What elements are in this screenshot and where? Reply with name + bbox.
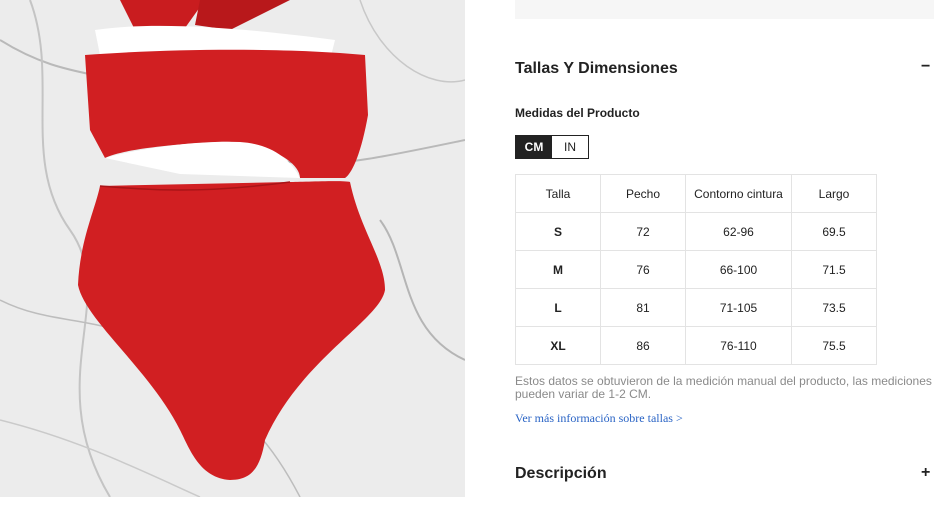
table-header-row: Talla Pecho Contorno cintura Largo [515,174,877,213]
chest-cell: 72 [600,212,686,251]
description-section-title[interactable]: Descripción [515,465,607,483]
size-cell: XL [515,326,601,365]
table-row: XL 86 76-110 75.5 [515,326,877,365]
size-table: Talla Pecho Contorno cintura Largo S 72 … [515,174,877,365]
length-cell: 75.5 [791,326,877,365]
length-cell: 73.5 [791,288,877,327]
collapse-icon[interactable]: − [921,58,930,76]
chest-cell: 81 [600,288,686,327]
header-chest: Pecho [600,174,686,213]
length-cell: 71.5 [791,250,877,289]
table-row: L 81 71-105 73.5 [515,288,877,327]
size-cell: M [515,250,601,289]
size-cell: L [515,288,601,327]
previous-section-bar [515,0,934,19]
measurement-note: Estos datos se obtuvieron de la medición… [515,374,932,401]
chest-cell: 76 [600,250,686,289]
waist-cell: 66-100 [685,250,792,289]
length-cell: 69.5 [791,212,877,251]
waist-cell: 76-110 [685,326,792,365]
size-cell: S [515,212,601,251]
product-details-panel: Tallas Y Dimensiones − Medidas del Produ… [0,0,946,509]
product-measurements-label: Medidas del Producto [515,106,640,120]
header-length: Largo [791,174,877,213]
size-info-link[interactable]: Ver más información sobre tallas > [515,411,683,426]
header-size: Talla [515,174,601,213]
header-waist: Contorno cintura [685,174,792,213]
waist-cell: 71-105 [685,288,792,327]
expand-icon[interactable]: + [921,464,930,482]
unit-switch[interactable]: CM IN [515,135,589,159]
size-section-title[interactable]: Tallas Y Dimensiones [515,60,678,78]
unit-cm-button[interactable]: CM [516,136,552,158]
waist-cell: 62-96 [685,212,792,251]
table-row: M 76 66-100 71.5 [515,250,877,289]
unit-in-button[interactable]: IN [552,136,588,158]
chest-cell: 86 [600,326,686,365]
table-row: S 72 62-96 69.5 [515,212,877,251]
